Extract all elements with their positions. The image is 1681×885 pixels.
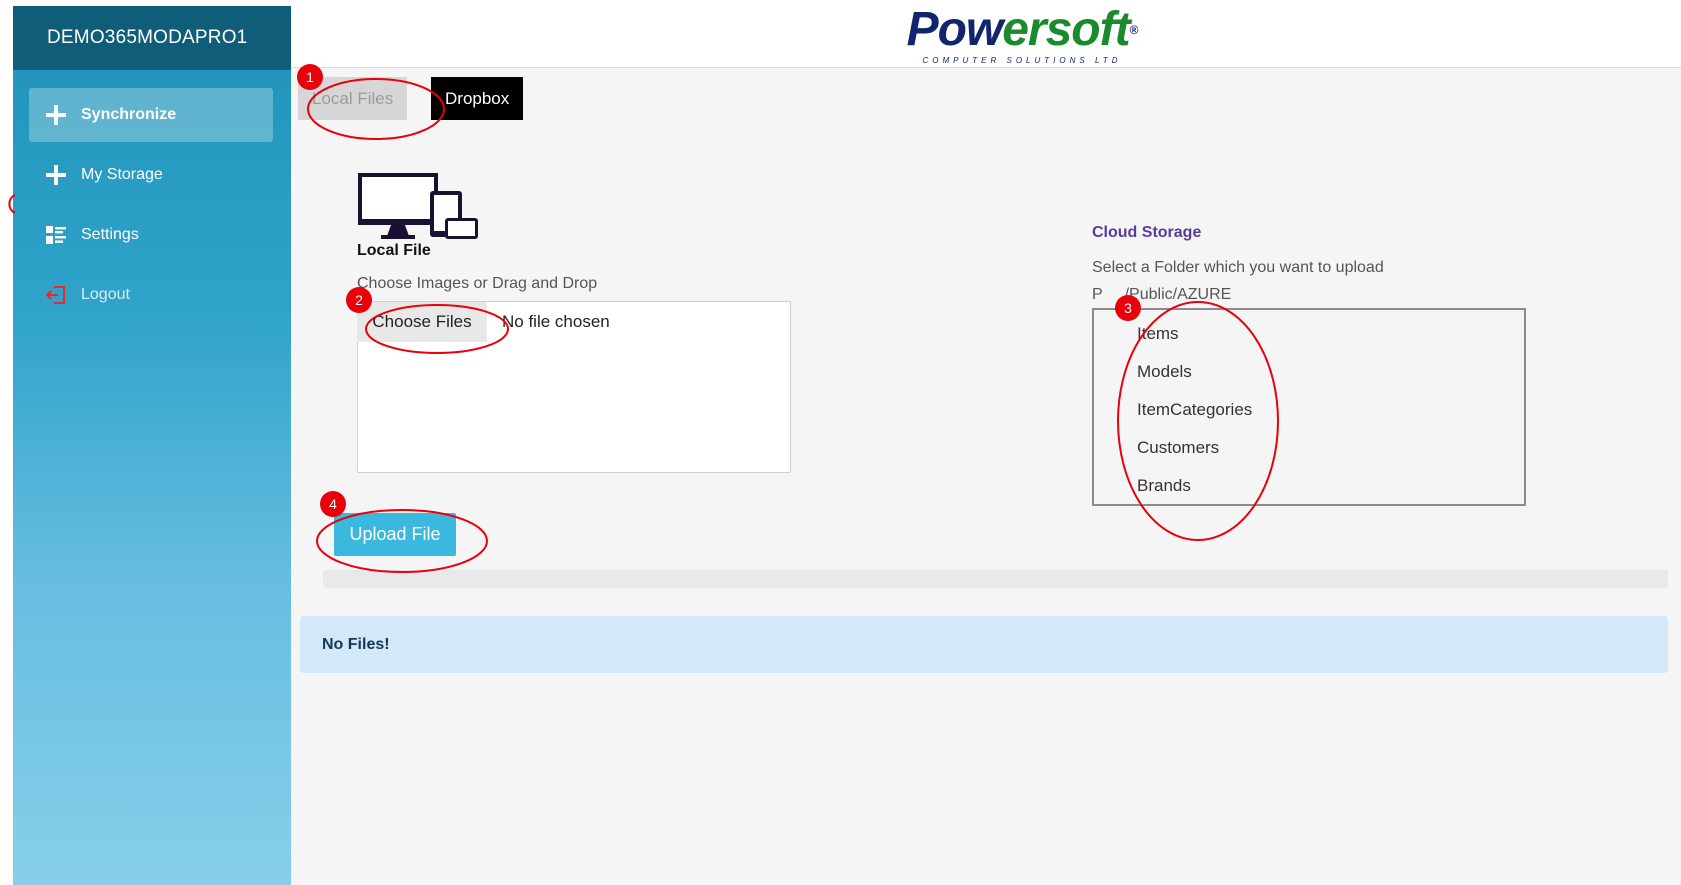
annotation-badge-2: 2 (346, 287, 372, 313)
sidebar-item-settings[interactable]: Settings (29, 208, 273, 262)
folder-item-brands[interactable]: Brands (1137, 476, 1191, 496)
tenant-name: DEMO365MODAPRO1 (47, 27, 248, 48)
cloud-hint: Select a Folder which you want to upload (1092, 259, 1384, 276)
choose-hint: Choose Images or Drag and Drop (357, 275, 598, 292)
cloud-storage-title: Cloud Storage (1092, 224, 1202, 241)
choose-files-button[interactable]: Choose Files (357, 302, 487, 342)
annotation-badge-1: 1 (297, 64, 323, 90)
sidebar-item-label: Synchronize (81, 106, 177, 123)
sidebar-header: DEMO365MODAPRO1 (13, 6, 291, 70)
powersoft-logo: Powersoft® COMPUTER SOLUTIONS LTD (877, 6, 1167, 68)
upload-file-button[interactable]: Upload File (334, 513, 456, 556)
logo-registered-mark: ® (1129, 23, 1139, 37)
folder-item-itemcategories[interactable]: ItemCategories (1137, 400, 1252, 420)
folder-item-items[interactable]: Items (1137, 324, 1179, 344)
logout-icon (45, 284, 67, 306)
list-settings-icon (45, 224, 67, 246)
no-files-alert: No Files! (300, 616, 1668, 673)
logo-subtitle: COMPUTER SOLUTIONS LTD (922, 56, 1122, 65)
sidebar-item-label: My Storage (81, 166, 163, 183)
sidebar-item-logout[interactable]: Logout (29, 268, 273, 322)
sidebar-item-label: Settings (81, 226, 139, 243)
folder-item-models[interactable]: Models (1137, 362, 1192, 382)
folder-item-customers[interactable]: Customers (1137, 438, 1219, 458)
devices-icon (357, 172, 479, 242)
logo-text-left: Pow (906, 3, 1004, 56)
sidebar: DEMO365MODAPRO1 Synchronize My Storage S… (13, 6, 291, 885)
annotation-badge-3: 3 (1115, 295, 1141, 321)
plus-icon (45, 104, 67, 126)
sidebar-item-synchronize[interactable]: Synchronize (29, 88, 273, 142)
sidebar-item-my-storage[interactable]: My Storage (29, 148, 273, 202)
local-file-title: Local File (357, 242, 431, 259)
plus-icon (45, 164, 67, 186)
top-bar: Powersoft® COMPUTER SOLUTIONS LTD (291, 6, 1681, 68)
logo-text-right: ersoft (1002, 3, 1130, 56)
cloud-path: P /Public/AZURE (1092, 286, 1232, 303)
annotation-badge-4: 4 (320, 491, 346, 517)
tab-dropbox[interactable]: Dropbox (431, 77, 524, 120)
upload-progress-bar (323, 570, 1668, 588)
no-file-status: No file chosen (502, 312, 610, 331)
alert-text: No Files! (322, 635, 390, 653)
sidebar-item-label: Logout (81, 286, 130, 303)
